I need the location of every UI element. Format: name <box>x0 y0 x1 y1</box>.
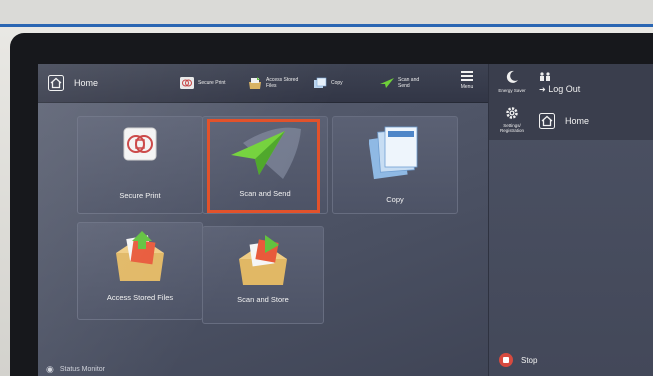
menu-label: Menu <box>460 84 474 90</box>
stop-button[interactable]: Stop <box>499 348 649 372</box>
home-label: Home <box>565 116 590 126</box>
menu-button[interactable]: Menu <box>450 68 484 98</box>
shortcut-scan-and-send[interactable]: Scan and Send <box>380 72 422 94</box>
settings-registration-button[interactable]: Settings/ Registration <box>493 104 531 138</box>
energy-saver-label: Energy Saver <box>498 88 526 93</box>
logout-label: ➜ Log Out <box>539 84 580 94</box>
gear-icon <box>506 107 518 119</box>
energy-saver-button[interactable]: Energy Saver <box>493 68 531 100</box>
status-monitor-icon: ◉ <box>46 364 54 374</box>
home-icon <box>539 113 555 129</box>
shortcut-label: Scan and Send <box>398 77 420 89</box>
home-header-label: Home <box>74 78 99 88</box>
home-button[interactable]: Home <box>539 104 649 138</box>
shortcut-access-stored-files[interactable]: Access Stored Files <box>248 72 300 94</box>
shortcut-label: Secure Print <box>198 80 226 86</box>
secure-print-icon <box>180 77 194 89</box>
menu-icon <box>461 71 473 81</box>
stop-icon <box>499 353 513 367</box>
right-panel: Energy Saver ➜ Log Out Settings/ Registr… <box>488 64 653 376</box>
stop-label: Stop <box>521 355 538 365</box>
home-header-button[interactable]: Home <box>48 71 168 95</box>
tile-label: Access Stored Files <box>106 293 174 302</box>
stored-files-icon <box>249 77 261 89</box>
stored-files-icon <box>116 231 164 281</box>
settings-label: Settings/ Registration <box>499 123 524 133</box>
top-strip <box>0 0 653 24</box>
status-monitor-button[interactable]: ◉ Status Monitor <box>46 364 105 375</box>
shortcut-copy[interactable]: Copy <box>313 72 343 94</box>
user-icon <box>540 72 550 81</box>
copy-icon <box>314 77 327 88</box>
tile-label: Scan and Store <box>237 295 289 304</box>
tile-copy[interactable]: Copy <box>332 116 458 214</box>
paper-plane-icon <box>380 78 394 88</box>
top-bar: Home Secure Print Access Stored Files Co… <box>38 64 488 103</box>
shortcut-secure-print[interactable]: Secure Print <box>180 72 228 94</box>
tile-access-stored-files[interactable]: Access Stored Files <box>77 222 203 320</box>
scan-and-store-icon <box>239 235 287 285</box>
secure-print-icon <box>123 127 157 161</box>
tile-scan-and-store[interactable]: Scan and Store <box>202 226 324 324</box>
logout-button[interactable]: ➜ Log Out <box>539 70 649 98</box>
logout-text: Log Out <box>548 84 581 94</box>
logout-icon: ➜ <box>539 85 546 94</box>
tile-secure-print[interactable]: Secure Print <box>77 116 203 214</box>
moon-icon <box>506 70 518 83</box>
shortcut-label: Access Stored Files <box>266 77 299 89</box>
tile-label: Copy <box>386 195 404 204</box>
highlight-box <box>207 119 320 213</box>
copy-icon <box>369 126 418 180</box>
touch-screen: Home Secure Print Access Stored Files Co… <box>38 64 653 376</box>
home-icon <box>48 75 64 91</box>
status-monitor-label: Status Monitor <box>59 366 105 373</box>
tile-label: Secure Print <box>119 191 161 200</box>
shortcut-label: Copy <box>331 80 343 86</box>
